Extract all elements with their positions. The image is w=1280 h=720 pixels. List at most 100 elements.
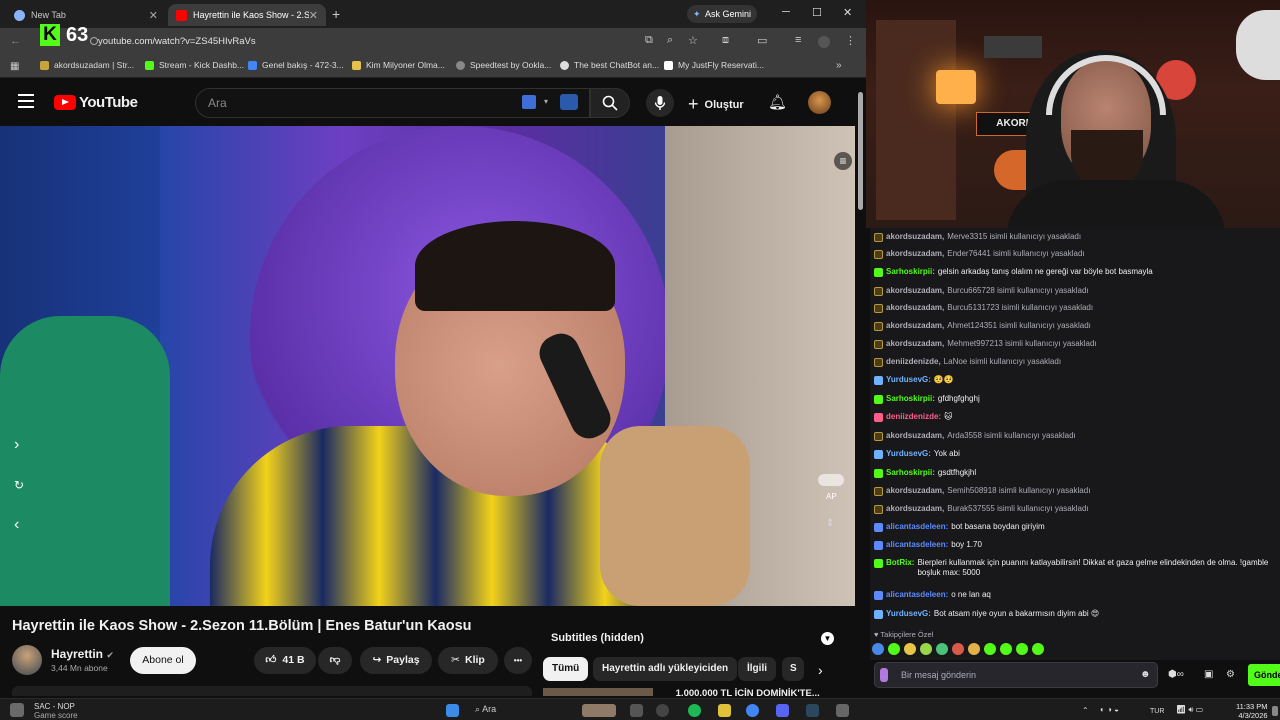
chat-username[interactable]: deniizdenizde: [886, 412, 941, 422]
zoom-icon[interactable]: ⌕ [667, 34, 673, 47]
chat-username[interactable]: akordsuzadam, [886, 249, 944, 259]
chip-from-uploader[interactable]: Hayrettin adlı yükleyiciden [593, 657, 738, 681]
chat-username[interactable]: alicantasdeleen: [886, 540, 948, 550]
site-info-icon[interactable] [90, 37, 98, 45]
bookmark-item[interactable]: akordsuzadam | Str... [40, 60, 134, 70]
taskbar-clock[interactable]: 11:33 PM 4/3/2026 [1236, 702, 1268, 720]
gift-icon[interactable]: ▣ [1204, 669, 1213, 680]
tab-youtube-video[interactable]: Hayrettin ile Kaos Show - 2.Sez ✕ [168, 4, 326, 26]
chat-username[interactable]: akordsuzadam, [886, 286, 944, 296]
bookmark-item[interactable]: My JustFly Reservati... [664, 60, 764, 70]
emote-icon[interactable] [920, 643, 932, 655]
share-button[interactable]: ↪ Paylaş [360, 647, 432, 674]
close-window-icon[interactable]: ✕ [843, 6, 852, 19]
emote-icon[interactable] [1000, 643, 1012, 655]
menu-hamburger-icon[interactable] [18, 94, 34, 108]
chat-username[interactable]: BotRix: [886, 558, 914, 568]
steam-icon[interactable] [806, 704, 819, 717]
taskbar-app-icon[interactable] [656, 704, 669, 717]
chip-all[interactable]: Tümü [543, 657, 589, 681]
scrollbar-thumb[interactable] [858, 92, 863, 210]
apps-grid-icon[interactable]: ▦ [10, 61, 19, 72]
chat-username[interactable]: akordsuzadam, [886, 504, 944, 514]
chat-username[interactable]: Sarhoskirpii: [886, 394, 935, 404]
translate-icon[interactable] [522, 95, 536, 109]
discord-icon[interactable] [776, 704, 789, 717]
chat-input[interactable]: Bir mesaj gönderin [874, 662, 1158, 688]
minimize-icon[interactable]: ─ [782, 6, 790, 18]
chevron-left-icon[interactable]: ‹ [14, 516, 19, 534]
chat-username[interactable]: akordsuzadam, [886, 321, 944, 331]
chat-username[interactable]: alicantasdeleen: [886, 522, 948, 532]
game-app-icon[interactable] [10, 703, 24, 717]
bookmark-item[interactable]: The best ChatBot an... [560, 60, 659, 70]
bookmarks-overflow-icon[interactable]: » [836, 60, 842, 71]
chat-username[interactable]: akordsuzadam, [886, 232, 944, 242]
user-avatar[interactable] [808, 91, 831, 114]
channel-name[interactable]: Hayrettin ✔ [51, 647, 114, 661]
ask-gemini-button[interactable]: ✦ Ask Gemini [687, 5, 757, 23]
spotify-icon[interactable] [688, 704, 701, 717]
bookmark-item[interactable]: Genel bakış - 472-3... [248, 60, 344, 70]
emote-icon[interactable] [888, 643, 900, 655]
create-button[interactable]: + Oluştur [688, 94, 744, 115]
send-button[interactable]: Gönder [1248, 664, 1280, 686]
emote-icon[interactable] [984, 643, 996, 655]
tray-icons[interactable]: ◐ ◑ ◒ [1100, 705, 1119, 714]
emote-icon[interactable] [936, 643, 948, 655]
close-tab-icon[interactable]: ✕ [309, 9, 318, 22]
windows-start-icon[interactable] [446, 704, 459, 717]
channel-points-icon[interactable]: ⬢∞ [1168, 669, 1184, 680]
chips-next-icon[interactable]: › [818, 662, 823, 678]
emote-icon[interactable] [968, 643, 980, 655]
notification-icon[interactable] [1272, 706, 1278, 716]
description-box[interactable] [12, 686, 532, 696]
search-button[interactable] [590, 88, 630, 118]
bookmark-item[interactable]: Speedtest by Ookla... [456, 60, 551, 70]
up-down-icon[interactable]: ⇕ [826, 518, 834, 529]
chat-username[interactable]: YurdusevG: [886, 449, 931, 459]
taskbar-game-widget[interactable]: SAC - NOP Game score [34, 702, 78, 720]
back-icon[interactable]: ← [10, 35, 21, 47]
close-tab-icon[interactable]: ✕ [149, 9, 158, 22]
chat-username[interactable]: akordsuzadam, [886, 303, 944, 313]
maximize-icon[interactable]: ☐ [812, 6, 822, 19]
chat-username[interactable]: akordsuzadam, [886, 486, 944, 496]
chat-identity-icon[interactable] [880, 668, 888, 682]
chat-username[interactable]: alicantasdeleen: [886, 590, 948, 600]
keyboard-icon[interactable] [560, 94, 578, 110]
chat-username[interactable]: YurdusevG: [886, 609, 931, 619]
bookmark-item[interactable]: Stream - Kick Dashb... [145, 60, 244, 70]
chat-username[interactable]: Sarhoskirpii: [886, 468, 935, 478]
taskbar-search[interactable]: ⌕ Ara [475, 704, 496, 715]
bookmark-star-icon[interactable]: ☆ [688, 34, 698, 47]
install-icon[interactable]: ⧉ [645, 34, 653, 47]
new-tab-button[interactable]: + [332, 6, 340, 22]
dropdown-icon[interactable]: ▾ [544, 97, 548, 106]
emoji-picker-icon[interactable]: ☻ [1140, 669, 1151, 680]
wifi-volume-battery-icons[interactable]: 📶︎ 🔊︎ ▭ [1176, 705, 1203, 715]
file-explorer-icon[interactable] [718, 704, 731, 717]
split-view-icon[interactable]: ▭ [757, 34, 767, 47]
notifications-bell-icon[interactable]: 🔔︎ [768, 93, 787, 111]
refresh-icon[interactable]: ↻ [14, 478, 24, 492]
emote-icon[interactable] [952, 643, 964, 655]
emote-icon[interactable] [1032, 643, 1044, 655]
voice-search-button[interactable] [646, 89, 674, 117]
subtitles-panel-header[interactable]: Subtitles (hidden) ▼ [541, 626, 840, 651]
clip-button[interactable]: ✂ Klip [438, 647, 498, 674]
chat-username[interactable]: akordsuzadam, [886, 431, 944, 441]
dislike-button[interactable]: 👎︎ [318, 647, 352, 674]
menu-dots-icon[interactable]: ⋮ [845, 34, 856, 47]
taskbar-app-icon[interactable] [836, 704, 849, 717]
settings-gear-icon[interactable]: ⚙ [1226, 669, 1235, 680]
extensions-icon[interactable]: ⧈ [722, 34, 729, 47]
video-menu-icon[interactable]: ≡ [834, 152, 852, 170]
chevron-right-icon[interactable]: › [14, 436, 19, 454]
bookmark-item[interactable]: Kim Milyoner Olma... [352, 60, 445, 70]
input-language[interactable]: TUR [1150, 708, 1164, 715]
chat-username[interactable]: deniizdenizde, [886, 357, 941, 367]
autoplay-toggle[interactable] [818, 474, 844, 486]
more-actions-button[interactable]: ••• [504, 647, 532, 674]
url-field[interactable]: youtube.com/watch?v=ZS45HIvRaVs [98, 32, 638, 52]
